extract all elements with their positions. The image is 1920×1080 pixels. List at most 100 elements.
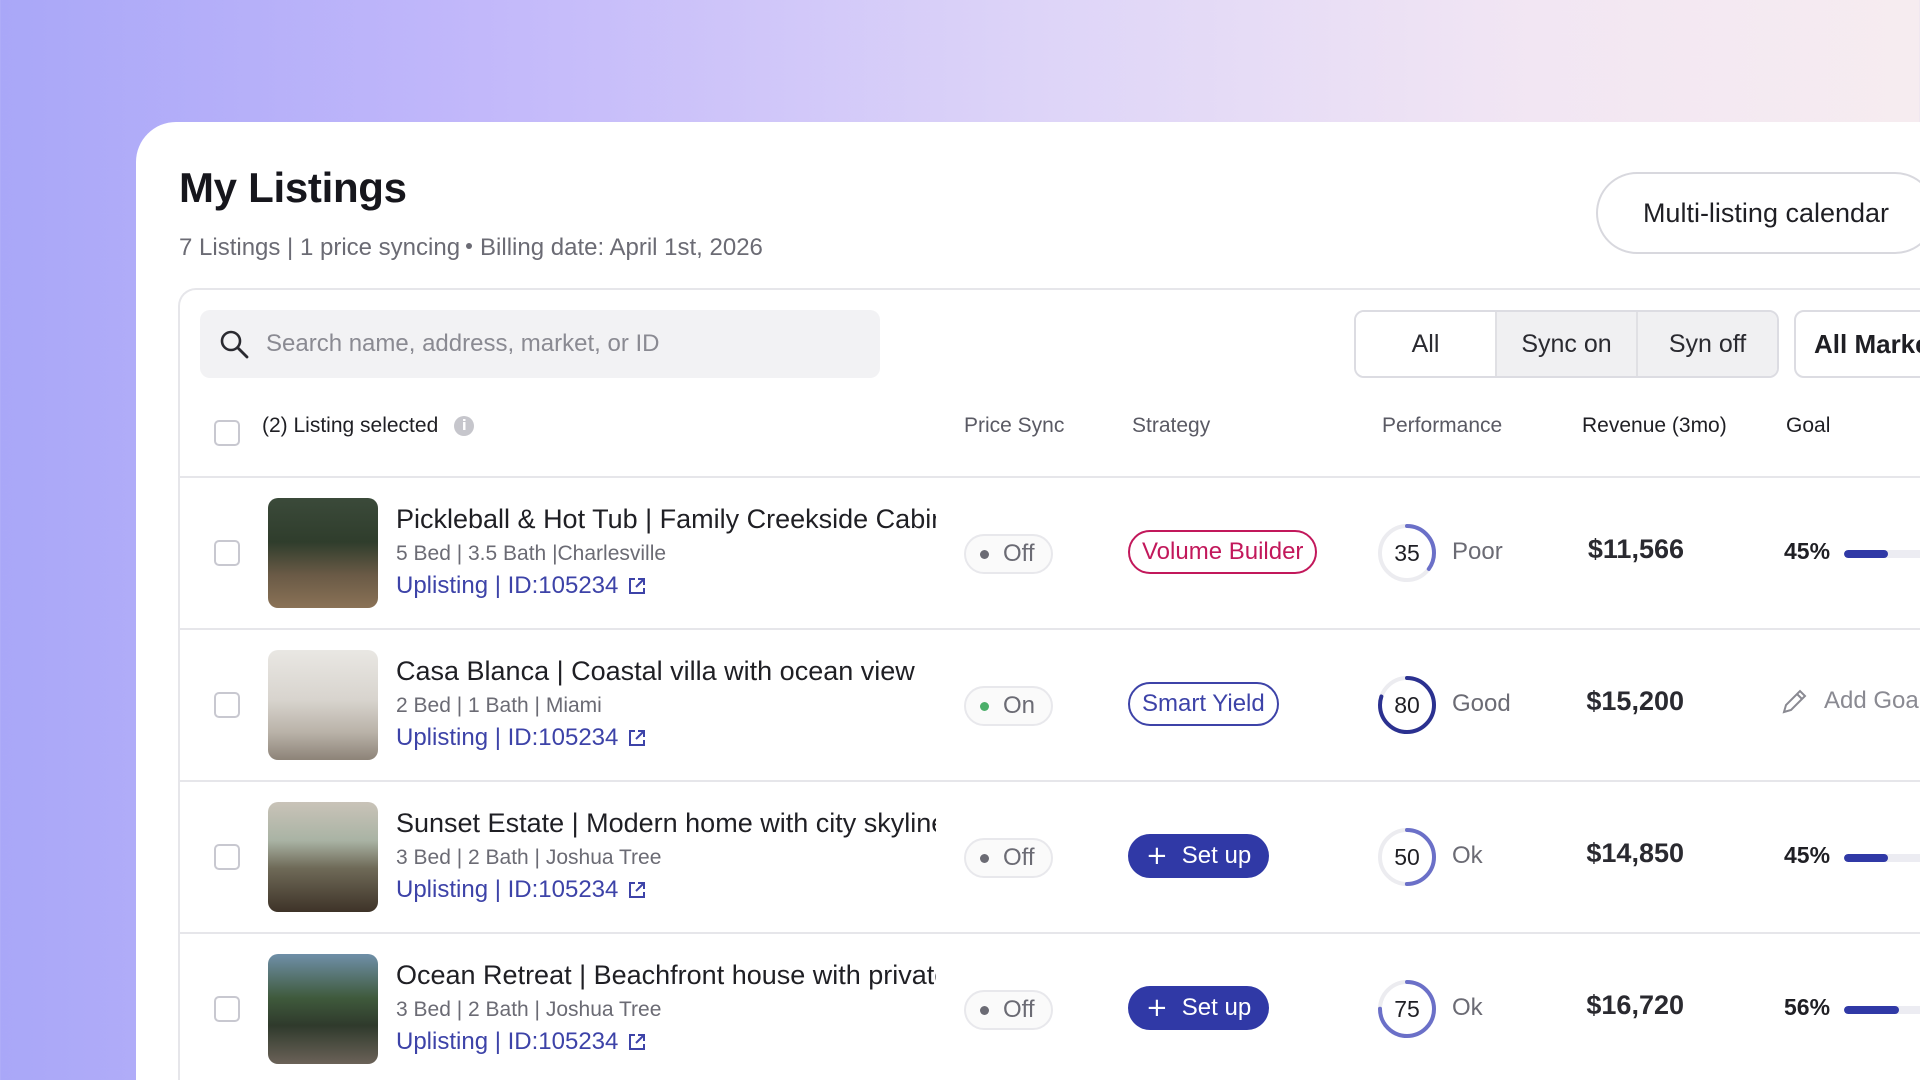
price-sync-toggle[interactable]: On: [964, 686, 1054, 726]
column-header-goal[interactable]: Goal: [1786, 414, 1830, 438]
listings-panel: All Sync on Syn off All Markets (2) List…: [178, 288, 1920, 1080]
price-sync-toggle[interactable]: Off: [964, 990, 1053, 1030]
external-link-icon: [629, 1034, 646, 1050]
filter-all[interactable]: All: [1356, 312, 1495, 376]
sync-status-label: On: [1003, 692, 1036, 719]
listing-link-text: Uplisting | ID:105234: [396, 572, 619, 599]
setup-strategy-button[interactable]: + Set up: [1128, 986, 1270, 1030]
sync-status-dot: [980, 701, 989, 711]
listing-link-text: Uplisting | ID:105234: [396, 876, 619, 903]
row-checkbox[interactable]: [214, 996, 240, 1022]
selection-count: (2) Listing selected i: [262, 414, 475, 438]
performance-score: 50: [1394, 843, 1420, 870]
billing-date: Billing date: April 1st, 2026: [480, 234, 763, 261]
add-goal-button[interactable]: Add Goal: [1780, 686, 1920, 716]
listing-link[interactable]: Uplisting | ID:105234: [396, 572, 646, 600]
selection-label: (2) Listing selected: [262, 414, 439, 437]
sync-filter-group: All Sync on Syn off: [1354, 310, 1779, 378]
sync-status-dot: [980, 853, 989, 863]
add-goal-label: Add Goal: [1824, 687, 1920, 714]
listing-name: Ocean Retreat | Beachfront house with pr…: [396, 960, 936, 990]
revenue-value: $11,566: [1587, 534, 1684, 564]
price-sync-toggle[interactable]: Off: [964, 838, 1053, 878]
select-all-checkbox[interactable]: [214, 420, 240, 446]
listing-name: Pickleball & Hot Tub | Family Creekside …: [396, 504, 936, 534]
row-checkbox[interactable]: [214, 844, 240, 870]
pencil-icon: [1782, 689, 1807, 714]
listing-thumbnail: [268, 954, 378, 1064]
search-icon: [220, 330, 249, 359]
performance-score: 35: [1394, 539, 1420, 566]
column-header-strategy[interactable]: Strategy: [1132, 414, 1210, 438]
listing-link-text: Uplisting | ID:105234: [396, 724, 619, 751]
sync-status-label: Off: [1003, 844, 1035, 871]
listing-details: 2 Bed | 1 Bath | Miami: [396, 694, 602, 717]
sync-status-label: Off: [1003, 996, 1035, 1023]
sync-status-dot: [980, 549, 989, 559]
listing-link[interactable]: Uplisting | ID:105234: [396, 724, 646, 752]
listing-details: 3 Bed | 2 Bath | Joshua Tree: [396, 998, 662, 1021]
performance-rating: Good: [1452, 690, 1511, 717]
listing-name: Casa Blanca | Coastal villa with ocean v…: [396, 656, 915, 686]
search-input[interactable]: [266, 330, 866, 358]
goal-percent: 56%: [1784, 994, 1831, 1020]
page-subtitle: 7 Listings | 1 price syncing Billing date…: [179, 234, 763, 262]
listing-thumbnail: [268, 498, 378, 608]
listing-link-text: Uplisting | ID:105234: [396, 1028, 619, 1055]
external-link-icon: [629, 730, 646, 746]
separator-dot: [466, 243, 473, 250]
table-row[interactable]: Casa Blanca | Coastal villa with ocean v…: [180, 630, 1920, 782]
listing-name: Sunset Estate | Modern home with city sk…: [396, 808, 936, 838]
setup-label: Set up: [1181, 842, 1252, 869]
performance-rating: Ok: [1452, 994, 1483, 1021]
setup-label: Set up: [1181, 994, 1252, 1021]
sync-status-dot: [980, 1005, 989, 1015]
performance-rating: Poor: [1452, 538, 1503, 565]
goal-progress-fill: [1844, 550, 1889, 558]
column-header-price-sync[interactable]: Price Sync: [964, 414, 1064, 438]
filter-sync-on[interactable]: Sync on: [1495, 312, 1636, 376]
plus-icon: +: [1146, 841, 1168, 871]
row-checkbox[interactable]: [214, 540, 240, 566]
listing-details: 3 Bed | 2 Bath | Joshua Tree: [396, 846, 662, 869]
page-title: My Listings: [179, 164, 407, 211]
column-header-revenue[interactable]: Revenue (3mo): [1582, 414, 1727, 438]
goal-progress-fill: [1844, 854, 1889, 862]
price-sync-toggle[interactable]: Off: [964, 534, 1053, 574]
column-header-performance[interactable]: Performance: [1382, 414, 1502, 438]
listing-summary: 7 Listings | 1 price syncing: [179, 234, 461, 261]
external-link-icon: [629, 578, 646, 594]
setup-strategy-button[interactable]: + Set up: [1128, 834, 1270, 878]
sync-status-label: Off: [1003, 540, 1035, 567]
plus-icon: +: [1146, 993, 1168, 1023]
performance-rating: Ok: [1452, 842, 1483, 869]
goal-progress-bar: [1844, 550, 1920, 558]
listing-thumbnail: [268, 802, 378, 912]
goal-progress-bar: [1844, 854, 1920, 862]
revenue-value: $14,850: [1586, 838, 1684, 868]
revenue-value: $15,200: [1586, 686, 1684, 716]
strategy-badge[interactable]: Volume Builder: [1128, 530, 1318, 574]
revenue-value: $16,720: [1586, 990, 1684, 1020]
row-checkbox[interactable]: [214, 692, 240, 718]
strategy-badge[interactable]: Smart Yield: [1128, 682, 1279, 726]
multi-listing-calendar-button[interactable]: Multi-listing calendar: [1596, 172, 1920, 254]
goal-percent: 45%: [1784, 842, 1831, 868]
listings-card: My Listings 7 Listings | 1 price syncing…: [136, 122, 1920, 1080]
table-row[interactable]: Sunset Estate | Modern home with city sk…: [180, 782, 1920, 934]
performance-score: 75: [1394, 995, 1420, 1022]
goal-progress-bar: [1844, 1006, 1920, 1014]
search-bar[interactable]: [200, 310, 880, 378]
table-row[interactable]: Pickleball & Hot Tub | Family Creekside …: [180, 478, 1920, 630]
listing-link[interactable]: Uplisting | ID:105234: [396, 876, 646, 904]
market-filter-dropdown[interactable]: All Markets: [1794, 310, 1920, 378]
listing-link[interactable]: Uplisting | ID:105234: [396, 1028, 646, 1056]
info-icon[interactable]: i: [454, 416, 475, 436]
performance-score: 80: [1394, 691, 1420, 718]
listing-details: 5 Bed | 3.5 Bath |Charlesville: [396, 542, 667, 565]
table-row[interactable]: Ocean Retreat | Beachfront house with pr…: [180, 934, 1920, 1080]
external-link-icon: [629, 882, 646, 898]
listing-thumbnail: [268, 650, 378, 760]
filter-sync-off[interactable]: Syn off: [1636, 312, 1777, 376]
goal-percent: 45%: [1784, 538, 1831, 564]
